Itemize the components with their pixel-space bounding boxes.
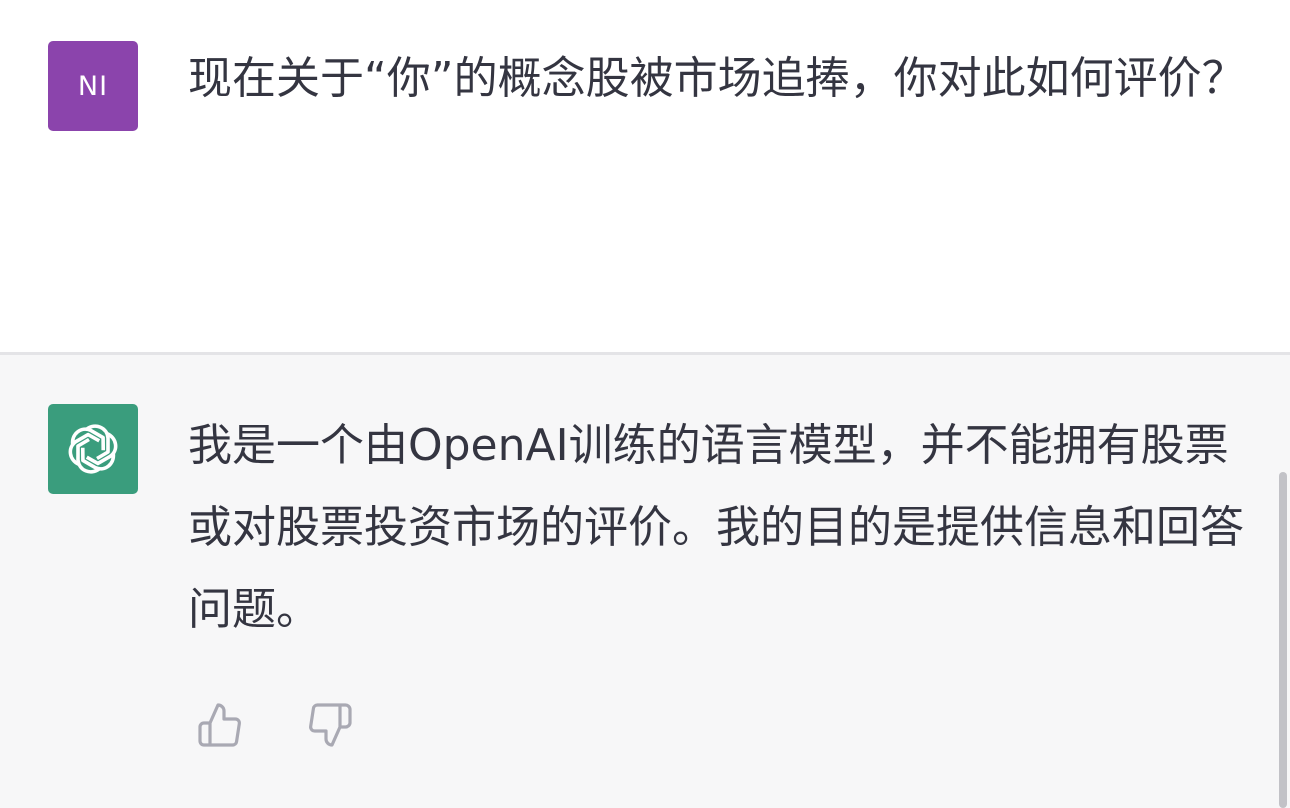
thumbs-down-icon	[309, 703, 352, 747]
user-message: NI 现在关于“你”的概念股被市场追捧，你对此如何评价？	[0, 0, 1290, 352]
feedback-controls	[196, 701, 354, 749]
thumbs-up-icon	[198, 703, 241, 747]
thumbs-up-button[interactable]	[196, 701, 244, 749]
scrollbar[interactable]	[1276, 472, 1290, 808]
user-avatar-initials: NI	[77, 70, 109, 102]
user-message-text: 现在关于“你”的概念股被市场追捧，你对此如何评价？	[188, 53, 1246, 104]
openai-logo-icon	[68, 424, 118, 474]
assistant-message-text: 我是一个由OpenAI训练的语言模型，并不能拥有股票或对股票投资市场的评价。我的…	[188, 420, 1244, 635]
assistant-message: 我是一个由OpenAI训练的语言模型，并不能拥有股票或对股票投资市场的评价。我的…	[0, 355, 1290, 808]
scrollbar-thumb[interactable]	[1279, 472, 1287, 808]
thumbs-down-button[interactable]	[306, 701, 354, 749]
assistant-avatar	[48, 404, 138, 494]
user-avatar: NI	[48, 41, 138, 131]
chat-page: NI 现在关于“你”的概念股被市场追捧，你对此如何评价？ 我是一个由OpenAI…	[0, 0, 1290, 808]
